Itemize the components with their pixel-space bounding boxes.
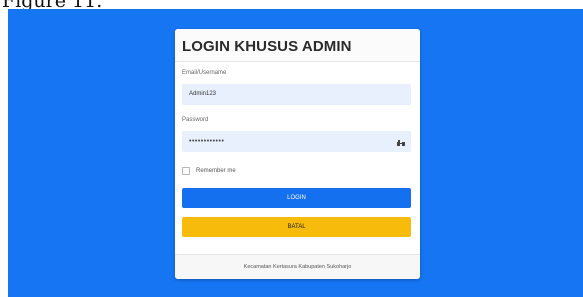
cancel-button[interactable]: BATAL: [182, 217, 411, 237]
login-page-background: LOGIN KHUSUS ADMIN Email/Username Admin1…: [8, 9, 583, 297]
card-footer: Kecamatan Kertasura Kabupaten Sukoharjo: [175, 254, 420, 279]
remember-me-label: Remember me: [196, 167, 236, 174]
password-label: Password: [182, 117, 209, 123]
email-value: Admin123: [189, 91, 217, 97]
remember-me-checkbox[interactable]: [182, 166, 190, 175]
login-button[interactable]: LOGIN: [182, 188, 411, 208]
password-value: ••••••••••••: [189, 138, 225, 145]
eye-icon[interactable]: [396, 137, 406, 146]
remember-me-row[interactable]: Remember me: [182, 166, 236, 175]
password-input[interactable]: ••••••••••••: [182, 131, 411, 152]
email-label: Email/Username: [182, 70, 227, 76]
card-header: LOGIN KHUSUS ADMIN: [175, 29, 420, 62]
login-title: LOGIN KHUSUS ADMIN: [182, 38, 352, 55]
login-card: LOGIN KHUSUS ADMIN Email/Username Admin1…: [175, 29, 420, 279]
email-input[interactable]: Admin123: [182, 84, 411, 105]
